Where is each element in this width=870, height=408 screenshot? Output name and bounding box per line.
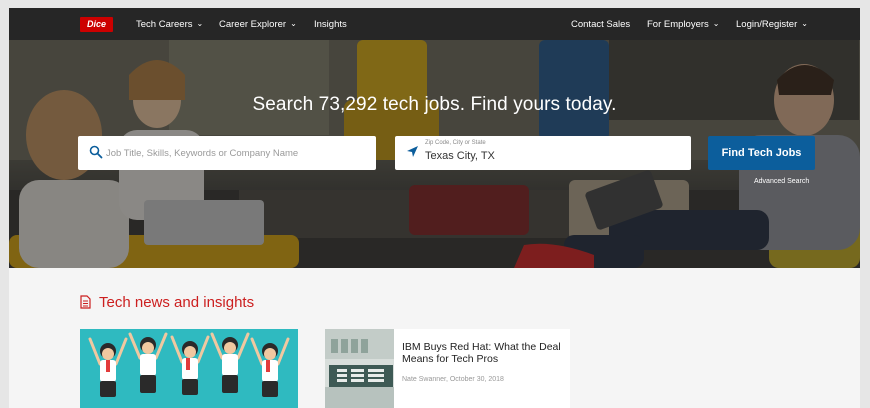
nav-tech-careers-label: Tech Careers bbox=[136, 19, 193, 30]
article-meta: Nate Swanner, October 30, 2018 bbox=[402, 376, 504, 383]
chevron-down-icon: ⌄ bbox=[801, 19, 808, 28]
nav-for-employers[interactable]: For Employers ⌄ bbox=[647, 19, 719, 30]
keyword-search-field[interactable] bbox=[78, 136, 376, 170]
nav-career-explorer-label: Career Explorer bbox=[219, 19, 287, 30]
hero-section: Search 73,292 tech jobs. Find yours toda… bbox=[9, 40, 860, 268]
location-search-field[interactable]: Zip Code, City or State bbox=[395, 136, 691, 170]
chevron-down-icon: ⌄ bbox=[196, 19, 204, 28]
dice-logo[interactable]: Dice bbox=[80, 17, 113, 32]
news-card[interactable] bbox=[80, 329, 298, 408]
nav-career-explorer[interactable]: Career Explorer ⌄ bbox=[219, 19, 297, 30]
nav-insights-label: Insights bbox=[314, 19, 347, 30]
hero-title: Search 73,292 tech jobs. Find yours toda… bbox=[252, 94, 617, 115]
nav-for-employers-label: For Employers bbox=[647, 19, 709, 30]
top-navigation: Dice Tech Careers ⌄ Career Explorer ⌄ Insi… bbox=[9, 8, 860, 40]
chevron-down-icon: ⌄ bbox=[712, 19, 720, 28]
nav-login-register[interactable]: Login/Register ⌄ bbox=[736, 19, 808, 30]
jumping-people-illustration bbox=[88, 332, 290, 397]
nav-login-register-label: Login/Register bbox=[736, 19, 798, 30]
location-arrow-icon bbox=[407, 146, 418, 157]
news-heading: Tech news and insights bbox=[80, 294, 254, 311]
nav-insights[interactable]: Insights bbox=[314, 19, 347, 30]
news-heading-label: Tech news and insights bbox=[99, 294, 255, 311]
news-card[interactable]: IBM Buys Red Hat: What the Deal Means fo… bbox=[325, 329, 570, 408]
chevron-down-icon: ⌄ bbox=[290, 19, 297, 28]
browser-viewport: Dice Tech Careers ⌄ Career Explorer ⌄ Insi… bbox=[9, 8, 860, 408]
building-image bbox=[325, 329, 394, 408]
location-input[interactable] bbox=[425, 148, 675, 164]
location-field-label: Zip Code, City or State bbox=[425, 140, 486, 146]
advanced-search-link[interactable]: Advanced Search bbox=[754, 178, 809, 185]
search-icon bbox=[89, 145, 103, 159]
keyword-input[interactable] bbox=[106, 144, 366, 162]
article-title[interactable]: IBM Buys Red Hat: What the Deal Means fo… bbox=[402, 341, 562, 365]
nav-contact-sales[interactable]: Contact Sales bbox=[571, 19, 630, 30]
nav-tech-careers[interactable]: Tech Careers ⌄ bbox=[136, 19, 203, 30]
nav-contact-sales-label: Contact Sales bbox=[571, 19, 631, 30]
document-icon bbox=[80, 295, 91, 309]
article-thumbnail bbox=[325, 329, 394, 408]
find-tech-jobs-button[interactable]: Find Tech Jobs bbox=[708, 136, 815, 170]
